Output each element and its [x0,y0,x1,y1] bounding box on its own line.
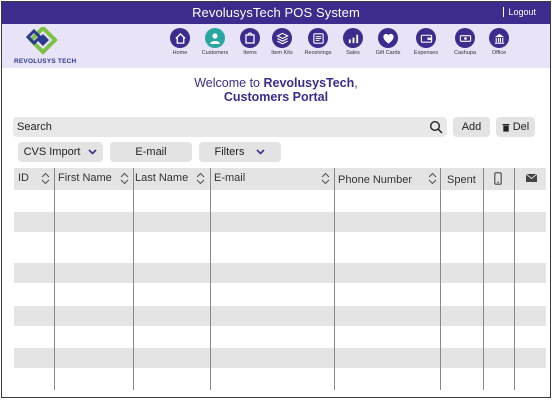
expenses-icon [416,28,436,48]
column-header-mail[interactable] [515,168,546,190]
email-button-label: E-mail [135,146,167,158]
welcome-suffix: , [354,76,358,90]
table-row[interactable] [14,306,546,326]
home-icon [170,28,190,48]
cashup-icon [455,28,475,48]
column-divider [514,168,515,390]
sales-icon [343,28,363,48]
nav-label: Office [491,50,507,56]
logo-text: REVOLUSYS TECH [14,58,77,65]
gift-cards-icon [378,28,398,48]
column-divider [334,168,335,390]
nav-item-office[interactable]: Office [481,28,517,66]
column-label: Last Name [135,172,189,184]
column-header-phone-number[interactable]: Phone Number [334,168,440,190]
column-label: Phone Number [338,174,412,186]
app-window: RevolusysTech POS System Logout REVOLUSY… [1,1,551,398]
column-label: First Name [58,172,112,184]
column-label: Spent [447,174,476,186]
delete-button[interactable]: Del [496,117,535,137]
sort-icon [321,172,330,185]
cvs-import-dropdown[interactable]: CVS Import [18,142,103,162]
sort-icon [41,172,50,185]
table-row[interactable] [14,348,546,368]
window-title: RevolusysTech POS System [192,5,360,20]
search-bar [13,117,447,137]
portal-title: Customers Portal [223,90,329,104]
chevron-down-icon [256,149,266,155]
search-icon[interactable] [429,120,443,134]
sort-icon [120,172,129,185]
item-kits-icon [272,28,292,48]
welcome-message: Welcome to RevolusysTech, Customers Port… [2,76,550,104]
column-header-last-name[interactable]: Last Name [131,168,211,190]
column-header-phone[interactable] [484,168,514,190]
column-header-spent[interactable]: Spent [443,168,483,190]
email-button[interactable]: E-mail [110,142,192,162]
filters-dropdown[interactable]: Filters [199,142,281,162]
nav-item-cashup[interactable]: Cashupa [447,28,483,66]
column-divider [210,168,211,390]
nav-item-home[interactable]: Home [162,28,198,66]
nav-item-gift-cards[interactable]: Gift Cards [370,28,406,66]
column-header-first-name[interactable]: First Name [54,168,133,190]
column-label: E-mail [214,172,246,184]
table-row[interactable] [14,212,546,232]
table-header: ID First Name Last Name E-mail Phone Num… [14,168,546,190]
column-divider [440,168,441,390]
nav-item-receivings[interactable]: Receivings [300,28,336,66]
filters-label: Filters [214,146,245,158]
column-divider [133,168,134,390]
mail-icon [526,174,537,182]
logout-link[interactable]: Logout [503,7,536,17]
search-input[interactable] [13,117,413,137]
nav-band: REVOLUSYS TECH Home Customers Items Item… [2,24,550,68]
customers-table: ID First Name Last Name E-mail Phone Num… [14,168,546,390]
items-icon [240,28,260,48]
chevron-down-icon [88,149,97,155]
nav-item-item-kits[interactable]: Item Kits [264,28,300,66]
column-divider [483,168,484,390]
column-divider [54,168,55,390]
welcome-brand: RevolusysTech [263,76,355,90]
title-bar: RevolusysTech POS System Logout [2,2,550,24]
office-icon [489,28,509,48]
logo-icon [26,27,58,55]
sort-icon [196,172,205,185]
column-header-email[interactable]: E-mail [210,168,334,190]
delete-button-label: Del [512,121,530,133]
sort-icon [428,172,437,185]
add-button[interactable]: Add [453,117,490,137]
cvs-import-label: CVS Import [23,146,81,158]
nav-item-sales[interactable]: Sales [335,28,371,66]
receivings-icon [308,28,328,48]
add-button-label: Add [461,121,482,133]
nav-item-customers[interactable]: Customers [197,28,233,66]
column-label: ID [18,172,29,184]
nav-item-expenses[interactable]: Expenses [408,28,444,66]
brand-logo: REVOLUSYS TECH [14,27,77,65]
phone-icon [494,172,502,185]
table-row[interactable] [14,263,546,283]
trash-icon [502,123,510,132]
welcome-prefix: Welcome to [194,76,264,90]
nav-item-items[interactable]: Items [232,28,268,66]
column-header-id[interactable]: ID [14,168,54,190]
customers-icon [205,28,225,48]
